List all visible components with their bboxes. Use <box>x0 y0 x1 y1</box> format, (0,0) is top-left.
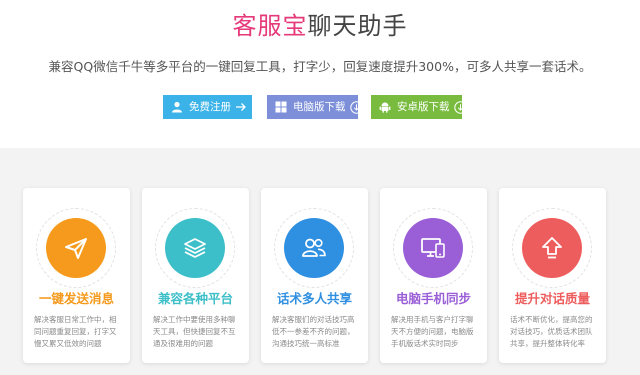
feature-desc: 解决客服们的对话技巧高低不一参差不齐的问题，沟通技巧统一高标准 <box>272 315 355 348</box>
title-brand: 客服宝 <box>232 12 308 40</box>
feature-desc: 解决用手机与客户打字聊天不方便的问题，电脑版手机版话术实时同步 <box>391 315 474 348</box>
feature-desc: 解决客服日常工作中，相同问题重复回复，打字又慢又累又低效的问题 <box>34 315 117 348</box>
arrow-right-icon <box>235 100 247 114</box>
layers-icon <box>165 218 225 278</box>
feature-title: 一键发送消息 <box>38 291 114 306</box>
feature-desc: 话术不断优化，提高您的对话技巧，优质话术团队共享，提升整体转化率 <box>510 315 593 348</box>
feature-title: 话术多人共享 <box>276 291 352 306</box>
feature-card-share[interactable]: 话术多人共享 解决客服们的对话技巧高低不一参差不齐的问题，沟通技巧统一高标准 <box>261 188 368 363</box>
download-icon <box>453 100 467 114</box>
hero-section: 客服宝聊天助手 兼容QQ微信千牛等多平台的一键回复工具，打字少，回复速度提升30… <box>0 0 640 148</box>
android-download-label: 安卓版下载 <box>397 101 450 113</box>
feature-card-send[interactable]: 一键发送消息 解决客服日常工作中，相同问题重复回复，打字又慢又累又低效的问题 <box>23 188 130 363</box>
windows-icon <box>275 100 287 114</box>
user-icon <box>171 100 183 114</box>
download-icon <box>349 100 363 114</box>
android-icon <box>379 100 391 114</box>
feature-title: 提升对话质量 <box>514 291 590 306</box>
title-rest: 聊天助手 <box>307 12 408 40</box>
pc-download-button[interactable]: 电脑版下载 <box>267 95 363 119</box>
pc-download-label: 电脑版下载 <box>293 101 346 113</box>
android-download-button[interactable]: 安卓版下载 <box>371 95 467 119</box>
feature-title: 电脑手机同步 <box>395 291 471 306</box>
page-title: 客服宝聊天助手 <box>0 11 640 41</box>
register-button-label: 免费注册 <box>189 101 231 113</box>
feature-desc: 解决工作中要使用多种聊天工具，但快捷回复不互通及很难用的问题 <box>153 315 236 348</box>
users-icon <box>284 218 344 278</box>
register-button[interactable]: 免费注册 <box>163 95 252 119</box>
feature-title: 兼容各种平台 <box>157 291 233 306</box>
feature-card-quality[interactable]: 提升对话质量 话术不断优化，提高您的对话技巧，优质话术团队共享，提升整体转化率 <box>499 188 606 363</box>
paper-plane-icon <box>46 218 106 278</box>
devices-icon <box>403 218 463 278</box>
page-subtitle: 兼容QQ微信千牛等多平台的一键回复工具，打字少，回复速度提升300%，可多人共享… <box>48 59 592 74</box>
feature-card-platforms[interactable]: 兼容各种平台 解决工作中要使用多种聊天工具，但快捷回复不互通及很难用的问题 <box>142 188 249 363</box>
arrow-up-icon <box>522 218 582 278</box>
feature-card-sync[interactable]: 电脑手机同步 解决用手机与客户打字聊天不方便的问题，电脑版手机版话术实时同步 <box>380 188 487 363</box>
